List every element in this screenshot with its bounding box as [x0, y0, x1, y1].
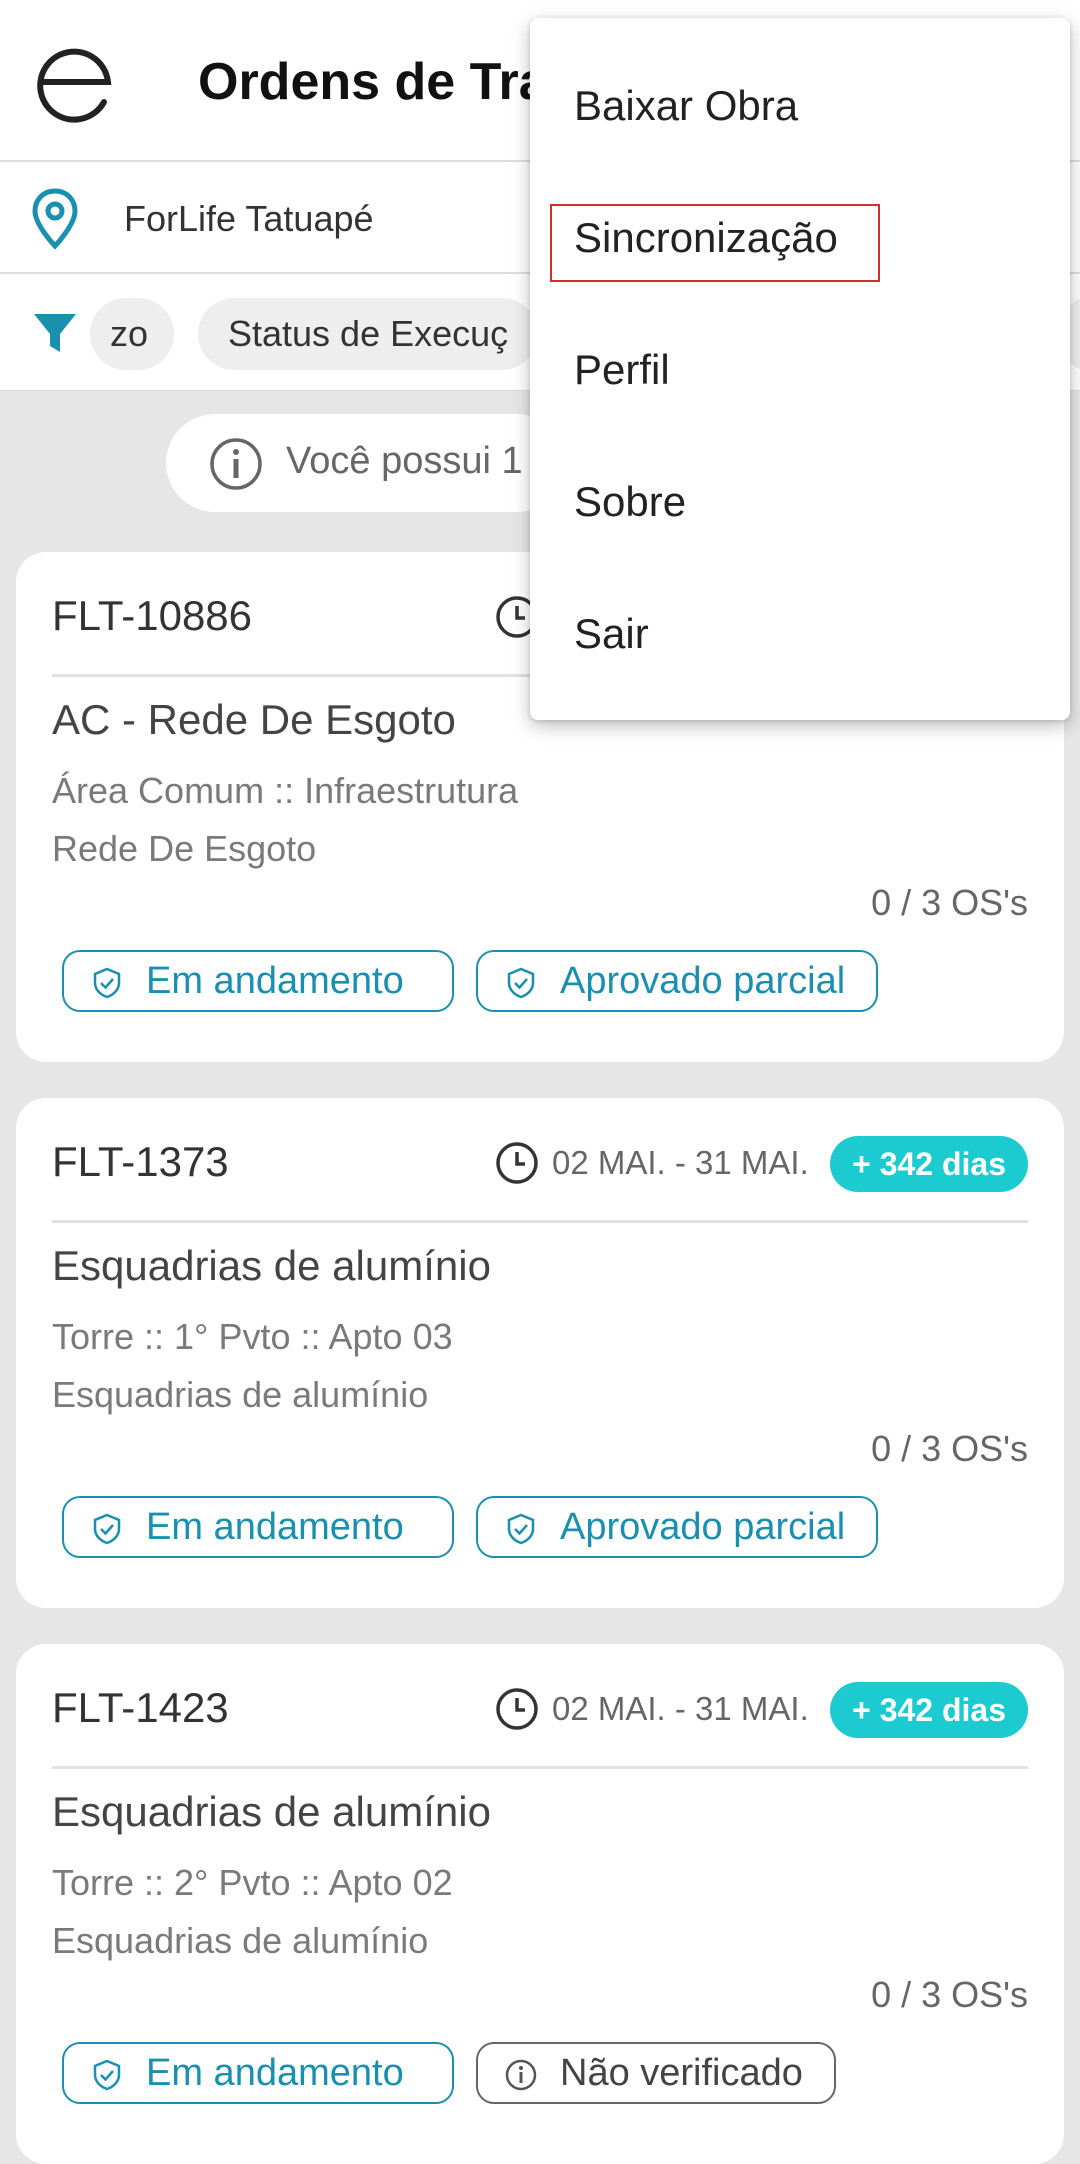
status-tag-label: Em andamento — [146, 2052, 404, 2094]
page-title: Ordens de Tra — [198, 53, 548, 111]
filter-chip-prazo[interactable]: zo — [90, 298, 174, 370]
card-name: Esquadrias de alumínio — [52, 1242, 491, 1289]
menu-item-sair[interactable]: Sair — [574, 610, 649, 658]
card-date-range: 02 MAI. - 31 MAI. — [552, 1690, 809, 1727]
status-tag-approval: Aprovado parcial — [476, 950, 878, 1012]
card-code: FLT-10886 — [52, 592, 253, 639]
location-name: ForLife Tatuapé — [124, 198, 374, 239]
card-os-count: 0 / 3 OS's — [871, 1428, 1028, 1469]
app-logo-icon[interactable] — [36, 44, 116, 124]
card-os-count: 0 / 3 OS's — [871, 1974, 1028, 2015]
menu-item-baixar-obra[interactable]: Baixar Obra — [574, 82, 798, 130]
overflow-menu: Baixar Obra Sincronização Perfil Sobre S… — [530, 18, 1070, 720]
shield-check-icon — [93, 1513, 121, 1545]
filter-chip-status[interactable]: Status de Execuç — [198, 298, 538, 370]
card-code: FLT-1373 — [52, 1138, 229, 1185]
menu-item-sincronizacao[interactable]: Sincronização — [574, 214, 838, 262]
status-tag-label: Em andamento — [146, 1506, 404, 1548]
status-tag-execution: Em andamento — [62, 2042, 454, 2104]
card-subtitle: Rede De Esgoto — [52, 828, 317, 869]
shield-check-icon — [93, 2059, 121, 2091]
card-subtitle: Esquadrias de alumínio — [52, 1920, 429, 1961]
status-tag-label: Aprovado parcial — [560, 960, 846, 1002]
location-pin-icon — [32, 188, 78, 250]
status-tag-label: Aprovado parcial — [560, 1506, 846, 1548]
card-location: Torre :: 1° Pvto :: Apto 03 — [52, 1316, 453, 1357]
status-tag-verification: Não verificado — [476, 2042, 836, 2104]
card-name: AC - Rede De Esgoto — [52, 696, 456, 743]
status-tag-approval: Aprovado parcial — [476, 1496, 878, 1558]
work-order-card[interactable]: FLT-1423 02 MAI. - 31 MAI. + 342 dias Es… — [16, 1644, 1064, 2164]
card-location: Torre :: 2° Pvto :: Apto 02 — [52, 1862, 453, 1903]
card-date-range: 02 MAI. - 31 MAI. — [552, 1144, 809, 1181]
clock-icon — [496, 1142, 538, 1184]
info-icon — [210, 438, 262, 490]
status-tag-label: Não verificado — [560, 2052, 803, 2094]
info-banner-text: Você possui 1 — [286, 440, 523, 482]
card-divider — [52, 1766, 1028, 1769]
status-tag-execution: Em andamento — [62, 1496, 454, 1558]
card-name: Esquadrias de alumínio — [52, 1788, 491, 1835]
shield-check-icon — [93, 967, 121, 999]
status-tag-label: Em andamento — [146, 960, 404, 1002]
card-code: FLT-1423 — [52, 1684, 229, 1731]
shield-check-icon — [507, 967, 535, 999]
days-badge: + 342 dias — [830, 1682, 1028, 1738]
menu-item-sobre[interactable]: Sobre — [574, 478, 686, 526]
card-divider — [52, 1220, 1028, 1223]
filter-icon[interactable] — [30, 308, 80, 358]
menu-item-perfil[interactable]: Perfil — [574, 346, 670, 394]
info-icon — [505, 2059, 537, 2091]
card-location: Área Comum :: Infraestrutura — [52, 770, 519, 811]
card-os-count: 0 / 3 OS's — [871, 882, 1028, 923]
days-badge: + 342 dias — [830, 1136, 1028, 1192]
shield-check-icon — [507, 1513, 535, 1545]
card-subtitle: Esquadrias de alumínio — [52, 1374, 429, 1415]
work-order-card[interactable]: FLT-1373 02 MAI. - 31 MAI. + 342 dias Es… — [16, 1098, 1064, 1608]
status-tag-execution: Em andamento — [62, 950, 454, 1012]
clock-icon — [496, 1688, 538, 1730]
